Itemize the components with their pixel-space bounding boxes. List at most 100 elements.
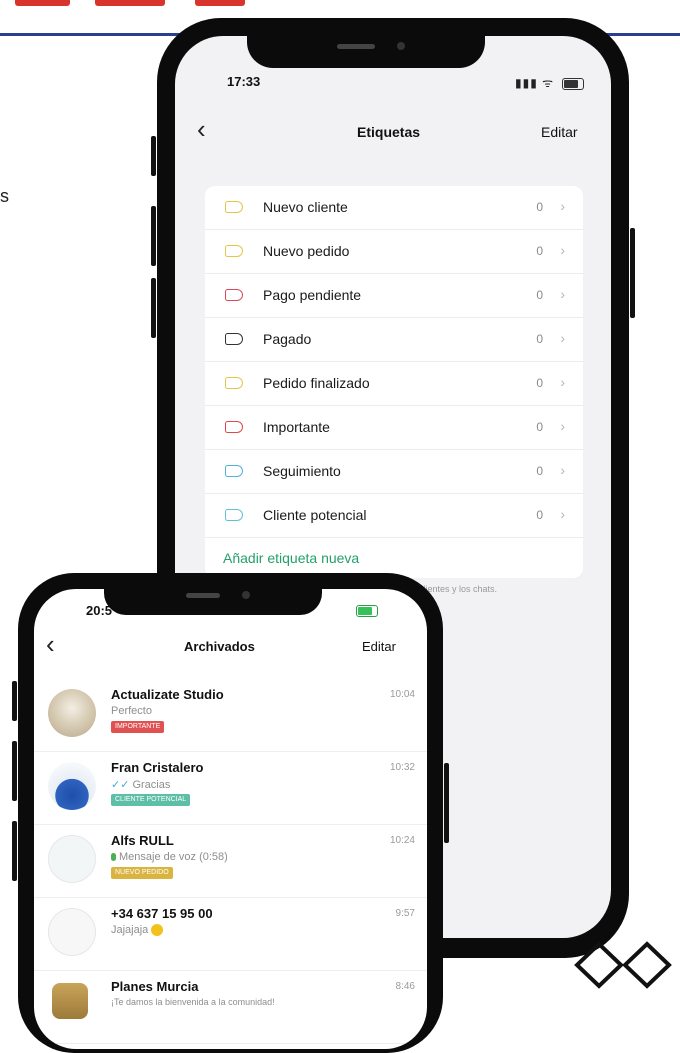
labels-list: Nuevo cliente 0 › Nuevo pedido 0 › Pago … xyxy=(205,186,583,578)
phone-button xyxy=(630,228,635,318)
chat-name: +34 637 15 95 00 xyxy=(111,906,213,921)
tag-icon xyxy=(225,245,243,257)
chat-row-actualizate-studio[interactable]: Actualizate Studio 10:04 Perfecto IMPORT… xyxy=(34,679,427,752)
battery-icon xyxy=(562,77,585,90)
label-name: Cliente potencial xyxy=(263,507,367,523)
chevron-left-icon[interactable]: ‹ xyxy=(46,631,55,657)
label-row-cliente-potencial[interactable]: Cliente potencial 0 › xyxy=(205,494,583,538)
chat-message: Perfecto xyxy=(111,705,152,717)
phone-button xyxy=(12,741,17,801)
label-name: Nuevo cliente xyxy=(263,199,348,215)
label-row-nuevo-cliente[interactable]: Nuevo cliente 0 › xyxy=(205,186,583,230)
phone-button xyxy=(151,206,156,266)
label-row-nuevo-pedido[interactable]: Nuevo pedido 0 › xyxy=(205,230,583,274)
chevron-right-icon: › xyxy=(560,198,565,214)
label-name: Pago pendiente xyxy=(263,287,362,303)
chat-name: Alfs RULL xyxy=(111,833,174,848)
chat-message: Mensaje de voz (0:58) xyxy=(111,851,228,863)
laughing-emoji-icon xyxy=(151,924,164,937)
phone-button xyxy=(151,278,156,338)
page-title: Archivados xyxy=(184,639,255,654)
avatar xyxy=(48,835,96,883)
chat-time: 10:04 xyxy=(389,689,415,700)
avatar xyxy=(52,983,88,1019)
chevron-right-icon: › xyxy=(560,462,565,478)
chat-message: Jajajaja xyxy=(111,924,164,937)
phone-notch xyxy=(104,573,322,615)
phone-notch xyxy=(247,18,485,68)
chat-tag: NUEVO PEDIDO xyxy=(111,867,173,879)
speaker-grille xyxy=(186,593,220,598)
label-count: 0 xyxy=(536,244,543,258)
label-count: 0 xyxy=(536,332,543,346)
avatar xyxy=(48,689,96,737)
chat-time: 10:24 xyxy=(389,835,415,846)
tag-icon xyxy=(225,377,243,389)
tag-icon xyxy=(225,509,243,521)
chat-name: Fran Cristalero xyxy=(111,760,204,775)
chevron-right-icon: › xyxy=(560,330,565,346)
phone-button xyxy=(444,763,449,843)
chat-tag: CLIENTE POTENCIAL xyxy=(111,794,191,806)
status-time: 17:33 xyxy=(227,74,261,89)
status-icons xyxy=(352,603,378,617)
edit-button[interactable]: Editar xyxy=(541,124,578,140)
chat-tag: IMPORTANTE xyxy=(111,721,165,733)
phone-archived: 20:5 ‹ Archivados Editar Actualizate Stu… xyxy=(12,573,449,1053)
label-count: 0 xyxy=(536,376,543,390)
chevron-right-icon: › xyxy=(560,418,565,434)
archived-screen: 20:5 ‹ Archivados Editar Actualizate Stu… xyxy=(34,589,427,1049)
diamonds-logo-icon xyxy=(574,941,672,989)
phone-button xyxy=(12,821,17,881)
chat-name: Planes Murcia xyxy=(111,979,199,994)
label-count: 0 xyxy=(536,508,543,522)
tag-icon xyxy=(225,201,243,213)
chat-list: Actualizate Studio 10:04 Perfecto IMPORT… xyxy=(34,679,427,1044)
label-name: Importante xyxy=(263,419,330,435)
label-count: 0 xyxy=(536,464,543,478)
phone-button xyxy=(151,136,156,176)
chat-row-alfs-rull[interactable]: Alfs RULL 10:24 Mensaje de voz (0:58) NU… xyxy=(34,825,427,898)
label-name: Seguimiento xyxy=(263,463,341,479)
chevron-right-icon: › xyxy=(560,286,565,302)
label-row-pago-pendiente[interactable]: Pago pendiente 0 › xyxy=(205,274,583,318)
phone-button xyxy=(12,681,17,721)
chat-time: 8:46 xyxy=(395,981,415,992)
speaker-grille xyxy=(337,44,375,49)
double-check-icon: ✓✓ xyxy=(111,779,130,791)
chat-time: 9:57 xyxy=(395,908,415,919)
label-name: Pedido finalizado xyxy=(263,375,370,391)
label-row-seguimiento[interactable]: Seguimiento 0 › xyxy=(205,450,583,494)
tag-icon xyxy=(225,465,243,477)
label-row-importante[interactable]: Importante 0 › xyxy=(205,406,583,450)
page-title: Etiquetas xyxy=(357,124,421,140)
status-icons: ▮▮▮ ᯤ xyxy=(515,74,585,91)
label-name: Pagado xyxy=(263,331,312,347)
edit-button[interactable]: Editar xyxy=(362,639,396,654)
battery-icon xyxy=(356,604,378,617)
add-label-button[interactable]: Añadir etiqueta nueva xyxy=(205,538,583,578)
chevron-right-icon: › xyxy=(560,506,565,522)
chevron-left-icon[interactable]: ‹ xyxy=(197,116,206,142)
label-name: Nuevo pedido xyxy=(263,243,350,259)
camera-dot xyxy=(397,42,405,50)
add-label-text: Añadir etiqueta nueva xyxy=(223,550,360,566)
camera-dot xyxy=(242,591,250,599)
label-row-pedido-finalizado[interactable]: Pedido finalizado 0 › xyxy=(205,362,583,406)
label-count: 0 xyxy=(536,420,543,434)
chat-message: ¡Te damos la bienvenida a la comunidad! xyxy=(111,997,275,1007)
chat-row-phone-number[interactable]: +34 637 15 95 00 9:57 Jajajaja xyxy=(34,898,427,971)
chevron-right-icon: › xyxy=(560,242,565,258)
label-count: 0 xyxy=(536,200,543,214)
avatar xyxy=(48,908,96,956)
side-text: s xyxy=(0,186,9,206)
chat-time: 10:32 xyxy=(389,762,415,773)
tag-icon xyxy=(225,289,243,301)
chat-row-fran-cristalero[interactable]: Fran Cristalero 10:32 ✓✓ Gracias CLIENTE … xyxy=(34,752,427,825)
label-row-pagado[interactable]: Pagado 0 › xyxy=(205,318,583,362)
chat-message: ✓✓ Gracias xyxy=(111,779,171,791)
chat-name: Actualizate Studio xyxy=(111,687,224,702)
chat-row-planes-murcia[interactable]: Planes Murcia 8:46 ¡Te damos la bienveni… xyxy=(34,971,427,1044)
label-count: 0 xyxy=(536,288,543,302)
tag-icon xyxy=(225,333,243,345)
